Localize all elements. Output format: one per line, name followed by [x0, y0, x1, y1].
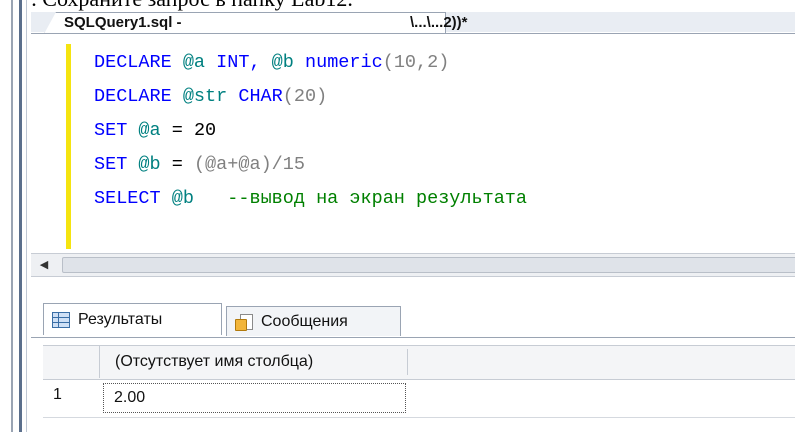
tab-results[interactable]: Результаты	[43, 303, 222, 335]
row-number[interactable]: 1	[53, 386, 62, 404]
tab-results-label: Результаты	[78, 310, 163, 328]
code-line-1[interactable]: DECLARE @a INT, @b numeric(10,2)	[94, 52, 449, 73]
code-line-3[interactable]: SET @a = 20	[94, 120, 216, 141]
pane-splitter[interactable]	[31, 277, 795, 293]
page-caption: анс. Сохраните запрос в папку Lab12.	[0, 0, 795, 12]
result-cell[interactable]: 2.00	[103, 383, 406, 413]
column-header[interactable]: (Отсутствует имя столбца)	[105, 349, 408, 375]
tab-title: SQLQuery1.sql -	[64, 14, 182, 31]
change-tracking-bar	[66, 44, 71, 249]
code-line-5[interactable]: SELECT @b --вывод на экран результата	[94, 188, 527, 209]
row-number-header[interactable]	[43, 345, 100, 378]
scroll-thumb[interactable]	[62, 257, 795, 273]
window-left-edge	[0, 0, 31, 432]
gutter-line	[26, 0, 27, 432]
code-line-2[interactable]: DECLARE @str CHAR(20)	[94, 86, 327, 107]
messages-icon	[235, 313, 253, 331]
gutter-line	[19, 0, 22, 432]
grid-icon	[52, 311, 70, 328]
tab-path-suffix: \...\...2))*	[410, 14, 468, 31]
row-divider	[43, 417, 795, 418]
tab-messages[interactable]: Сообщения	[226, 306, 401, 336]
scroll-left-icon[interactable]: ◀	[36, 258, 52, 272]
gutter-line	[11, 0, 13, 432]
code-line-4[interactable]: SET @b = (@a+@a)/15	[94, 154, 305, 175]
tab-messages-label: Сообщения	[261, 312, 348, 330]
